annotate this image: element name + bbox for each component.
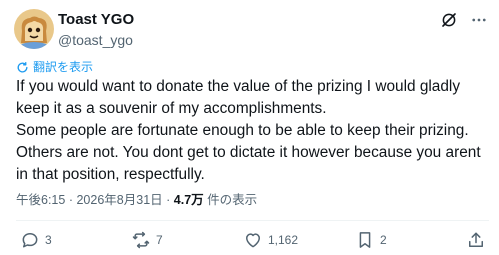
more-icon[interactable] (469, 10, 489, 30)
bookmark-button[interactable]: 2 (355, 230, 387, 250)
meta-separator: · (166, 193, 171, 207)
share-button[interactable] (466, 230, 486, 250)
grok-icon[interactable] (439, 10, 459, 30)
repost-icon (132, 231, 150, 249)
like-count: 1,162 (268, 233, 299, 247)
bookmark-count: 2 (380, 233, 387, 247)
action-bar: 3 7 1,162 2 (0, 230, 499, 254)
translate-link[interactable]: 翻訳を表示 (16, 59, 93, 75)
reply-button[interactable]: 3 (20, 230, 52, 250)
post-paragraph: Some people are fortunate enough to be a… (16, 122, 481, 183)
translate-label: 翻訳を表示 (33, 60, 94, 74)
meta-separator: · (68, 193, 73, 207)
translate-icon (17, 61, 28, 72)
author-handle[interactable]: @toast_ygo (58, 31, 133, 49)
repost-count: 7 (156, 233, 163, 247)
post-time[interactable]: 午後6:15 (16, 193, 65, 207)
view-count-label: 件の表示 (207, 193, 258, 207)
share-icon (469, 232, 483, 247)
reply-icon (22, 233, 38, 248)
toast-mascot-avatar-icon (14, 9, 54, 49)
like-button[interactable]: 1,162 (243, 230, 298, 250)
avatar[interactable] (14, 9, 54, 49)
divider (16, 220, 489, 221)
post-date[interactable]: 2026年8月31日 (76, 193, 162, 207)
view-count: 4.7万 (173, 193, 204, 207)
repost-button[interactable]: 7 (131, 230, 163, 250)
bookmark-icon (359, 232, 371, 248)
author-name[interactable]: Toast YGO (58, 11, 134, 29)
post-metadata: 午後6:15 · 2026年8月31日 · 4.7万 件の表示 (16, 192, 257, 208)
reply-count: 3 (45, 233, 52, 247)
header-actions (439, 10, 489, 30)
heart-icon (246, 233, 260, 248)
post-paragraph: If you would want to donate the value of… (16, 78, 461, 117)
post-text: If you would want to donate the value of… (16, 76, 492, 186)
